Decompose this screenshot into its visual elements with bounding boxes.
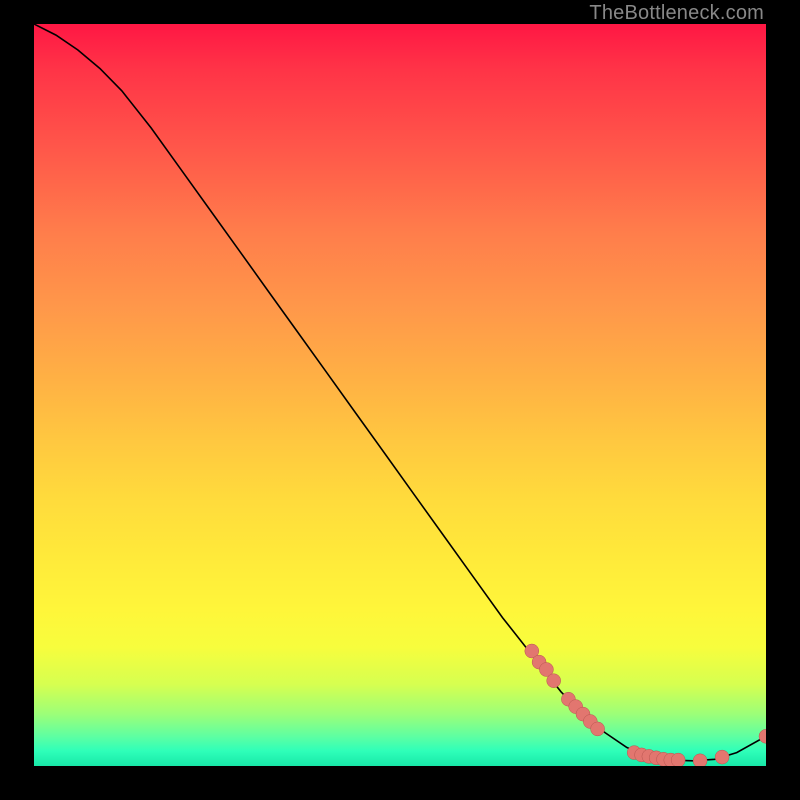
chart-svg [34,24,766,766]
data-marker [591,722,605,736]
watermark-text: TheBottleneck.com [589,2,764,25]
data-marker [671,753,685,766]
data-marker [547,674,561,688]
data-marker [693,754,707,766]
data-marker [715,750,729,764]
data-marker [759,729,766,743]
curve-line [34,24,766,761]
data-markers [525,644,766,766]
